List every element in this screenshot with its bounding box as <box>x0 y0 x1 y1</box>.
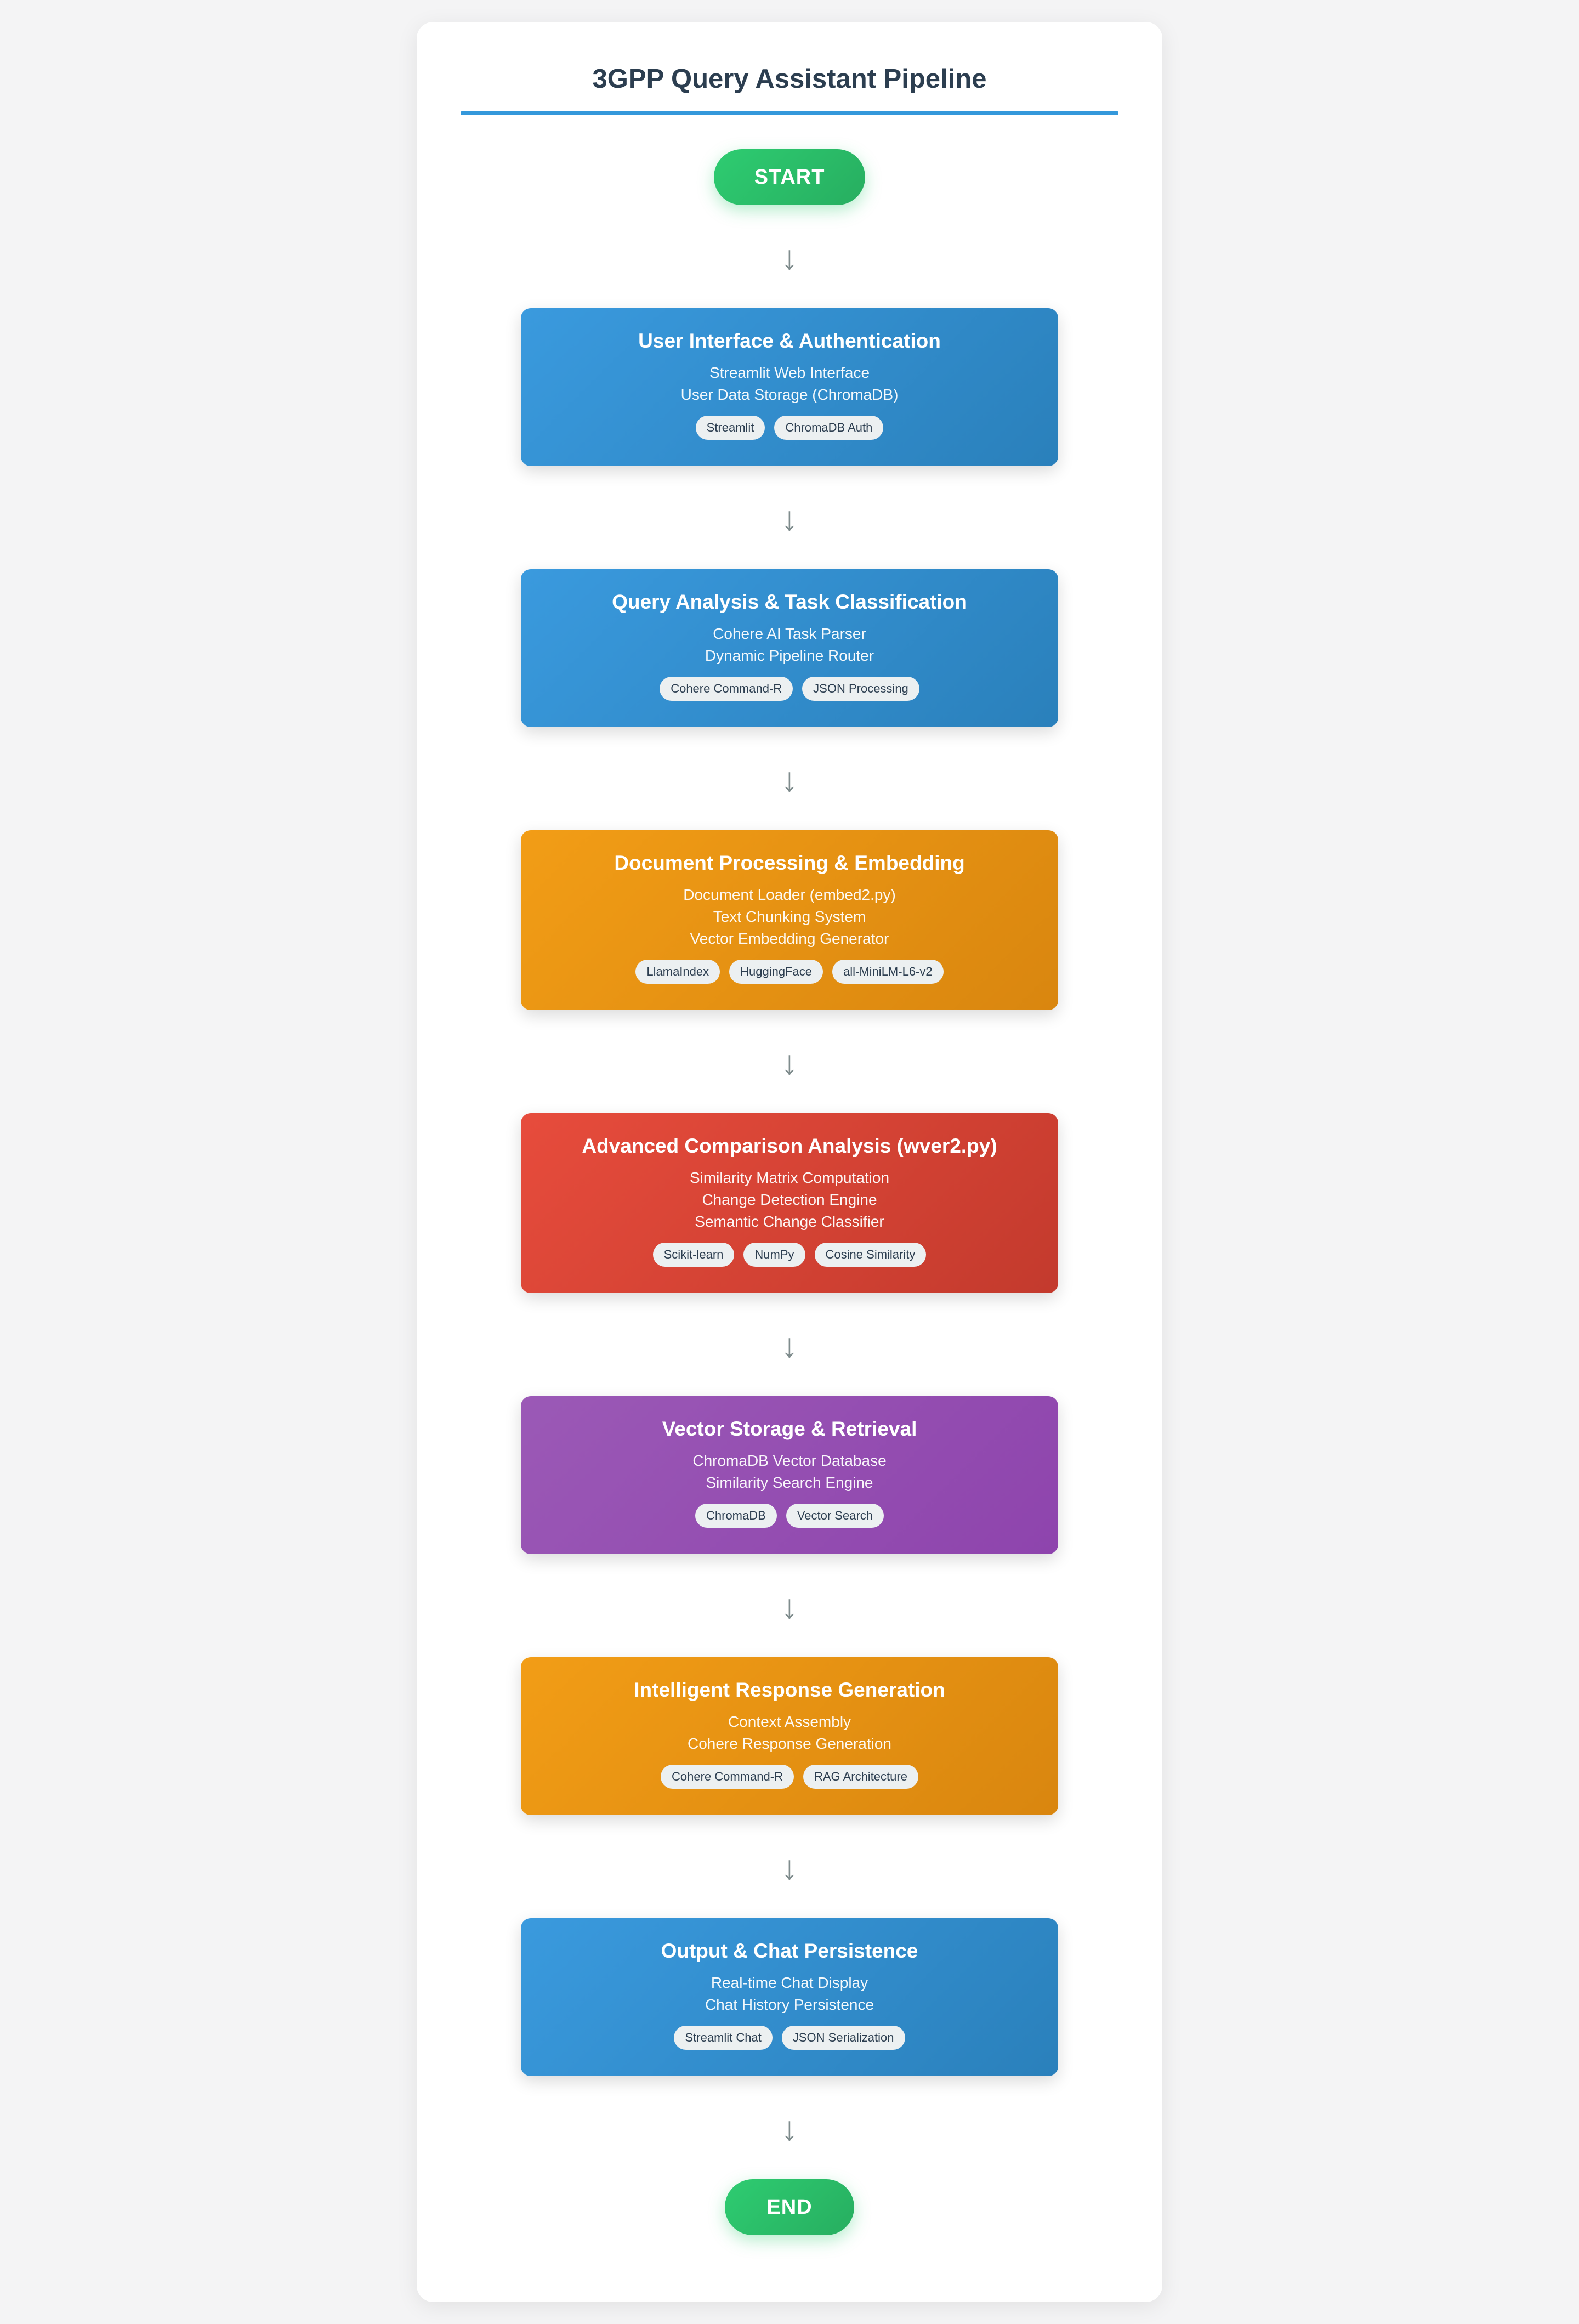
stage-component: Dynamic Pipeline Router <box>705 647 874 665</box>
stage-title: Document Processing & Embedding <box>614 852 965 874</box>
tech-tag: Cosine Similarity <box>814 1243 927 1267</box>
stage-title: Query Analysis & Task Classification <box>612 591 967 613</box>
flow-arrow: ↓ <box>781 1588 798 1626</box>
tech-tag: JSON Processing <box>802 677 919 701</box>
stage-component: Document Loader (embed2.py) <box>683 886 896 904</box>
end-node: END <box>725 2179 854 2235</box>
stage-component: Similarity Search Engine <box>706 1474 873 1492</box>
stage-component: Vector Embedding Generator <box>690 930 889 948</box>
title-underline <box>461 111 1118 115</box>
tech-tag: LlamaIndex <box>635 960 720 984</box>
tech-tags: Scikit-learn NumPy Cosine Similarity <box>521 1243 1058 1267</box>
tech-tags: Streamlit Chat JSON Serialization <box>521 2026 1058 2050</box>
tech-tag: ChromaDB Auth <box>774 416 884 440</box>
stage-user-interface: User Interface & Authentication Streamli… <box>521 308 1058 466</box>
tech-tag: Cohere Command-R <box>660 677 793 701</box>
stage-query-analysis: Query Analysis & Task Classification Coh… <box>521 569 1058 727</box>
stage-response-generation: Intelligent Response Generation Context … <box>521 1657 1058 1815</box>
tech-tag: Scikit-learn <box>652 1243 735 1267</box>
stage-component: Change Detection Engine <box>702 1191 877 1209</box>
stage-title: Advanced Comparison Analysis (wver2.py) <box>582 1135 997 1157</box>
flow-arrow: ↓ <box>781 2110 798 2148</box>
start-node: START <box>714 149 865 205</box>
flow-arrow: ↓ <box>781 500 798 538</box>
tech-tag: ChromaDB <box>695 1504 777 1528</box>
stage-title: Output & Chat Persistence <box>661 1940 918 1962</box>
stage-vector-storage: Vector Storage & Retrieval ChromaDB Vect… <box>521 1396 1058 1554</box>
flow-arrow: ↓ <box>781 239 798 277</box>
tech-tags: Cohere Command-R JSON Processing <box>521 677 1058 701</box>
tech-tag: HuggingFace <box>729 960 823 984</box>
stage-component: Similarity Matrix Computation <box>689 1169 890 1187</box>
stage-component: User Data Storage (ChromaDB) <box>680 386 899 404</box>
tech-tag: RAG Architecture <box>803 1765 918 1789</box>
stage-document-processing: Document Processing & Embedding Document… <box>521 830 1058 1010</box>
tech-tag: all-MiniLM-L6-v2 <box>832 960 944 984</box>
tech-tags: Streamlit ChromaDB Auth <box>521 416 1058 440</box>
pipeline-card: 3GPP Query Assistant Pipeline START ↓ Us… <box>417 22 1162 2302</box>
tech-tag: NumPy <box>743 1243 805 1267</box>
stage-title: Intelligent Response Generation <box>634 1679 945 1701</box>
stage-component: Semantic Change Classifier <box>695 1213 884 1231</box>
stage-component: Cohere AI Task Parser <box>713 625 866 643</box>
stage-title: User Interface & Authentication <box>638 330 941 352</box>
tech-tag: Streamlit Chat <box>674 2026 773 2050</box>
stage-output-persistence: Output & Chat Persistence Real-time Chat… <box>521 1918 1058 2076</box>
flow-arrow: ↓ <box>781 1327 798 1365</box>
stage-component: Cohere Response Generation <box>687 1735 891 1753</box>
stage-title: Vector Storage & Retrieval <box>662 1418 917 1440</box>
stage-component: Streamlit Web Interface <box>709 364 870 382</box>
tech-tag: Vector Search <box>786 1504 884 1528</box>
flow-arrow: ↓ <box>781 1849 798 1887</box>
tech-tags: LlamaIndex HuggingFace all-MiniLM-L6-v2 <box>521 960 1058 984</box>
tech-tag: JSON Serialization <box>781 2026 905 2050</box>
stage-comparison-analysis: Advanced Comparison Analysis (wver2.py) … <box>521 1113 1058 1293</box>
tech-tag: Streamlit <box>695 416 765 440</box>
flow-arrow: ↓ <box>781 1044 798 1082</box>
stage-component: Text Chunking System <box>713 908 866 926</box>
stage-component: Context Assembly <box>728 1713 851 1731</box>
stage-component: Real-time Chat Display <box>711 1974 868 1992</box>
tech-tag: Cohere Command-R <box>661 1765 794 1789</box>
stage-component: Chat History Persistence <box>705 1996 874 2014</box>
tech-tags: ChromaDB Vector Search <box>521 1504 1058 1528</box>
flow-arrow: ↓ <box>781 761 798 799</box>
page-title: 3GPP Query Assistant Pipeline <box>592 64 987 94</box>
tech-tags: Cohere Command-R RAG Architecture <box>521 1765 1058 1789</box>
stage-component: ChromaDB Vector Database <box>692 1452 887 1470</box>
